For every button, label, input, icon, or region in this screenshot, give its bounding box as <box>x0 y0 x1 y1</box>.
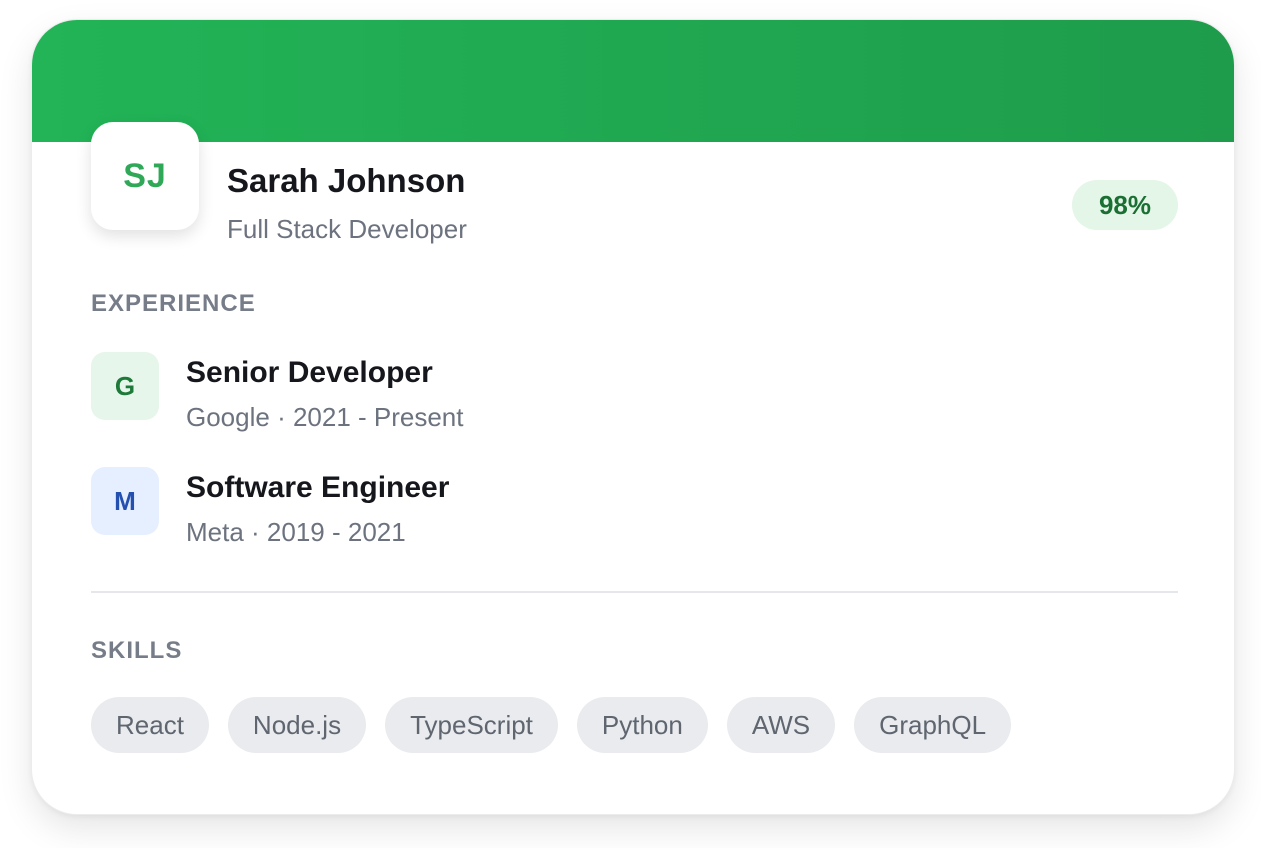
google-logo-icon: G <box>91 352 159 420</box>
skills-list: React Node.js TypeScript Python AWS Grap… <box>91 697 1012 753</box>
experience-meta: Meta · 2019 - 2021 <box>186 517 406 547</box>
experience-heading: EXPERIENCE <box>91 290 256 317</box>
profile-role: Full Stack Developer <box>227 214 467 244</box>
skill-chip[interactable]: React <box>91 697 209 753</box>
experience-meta: Google · 2021 - Present <box>186 402 464 432</box>
match-score-badge: 98% <box>1072 180 1178 230</box>
skill-chip[interactable]: GraphQL <box>854 697 1012 753</box>
meta-logo-icon: M <box>91 467 159 535</box>
skill-chip[interactable]: Node.js <box>227 697 367 753</box>
skill-chip[interactable]: Python <box>576 697 708 753</box>
avatar: SJ <box>91 122 199 230</box>
avatar-initials: SJ <box>123 156 167 195</box>
profile-banner <box>32 20 1234 142</box>
skill-chip[interactable]: AWS <box>726 697 836 753</box>
experience-title: Software Engineer <box>186 471 450 504</box>
skill-chip[interactable]: TypeScript <box>385 697 558 753</box>
skills-heading: SKILLS <box>91 637 183 664</box>
section-divider <box>91 591 1178 593</box>
experience-title: Senior Developer <box>186 356 433 389</box>
profile-name: Sarah Johnson <box>227 162 466 199</box>
profile-card: SJ Sarah Johnson Full Stack Developer 98… <box>31 19 1235 815</box>
